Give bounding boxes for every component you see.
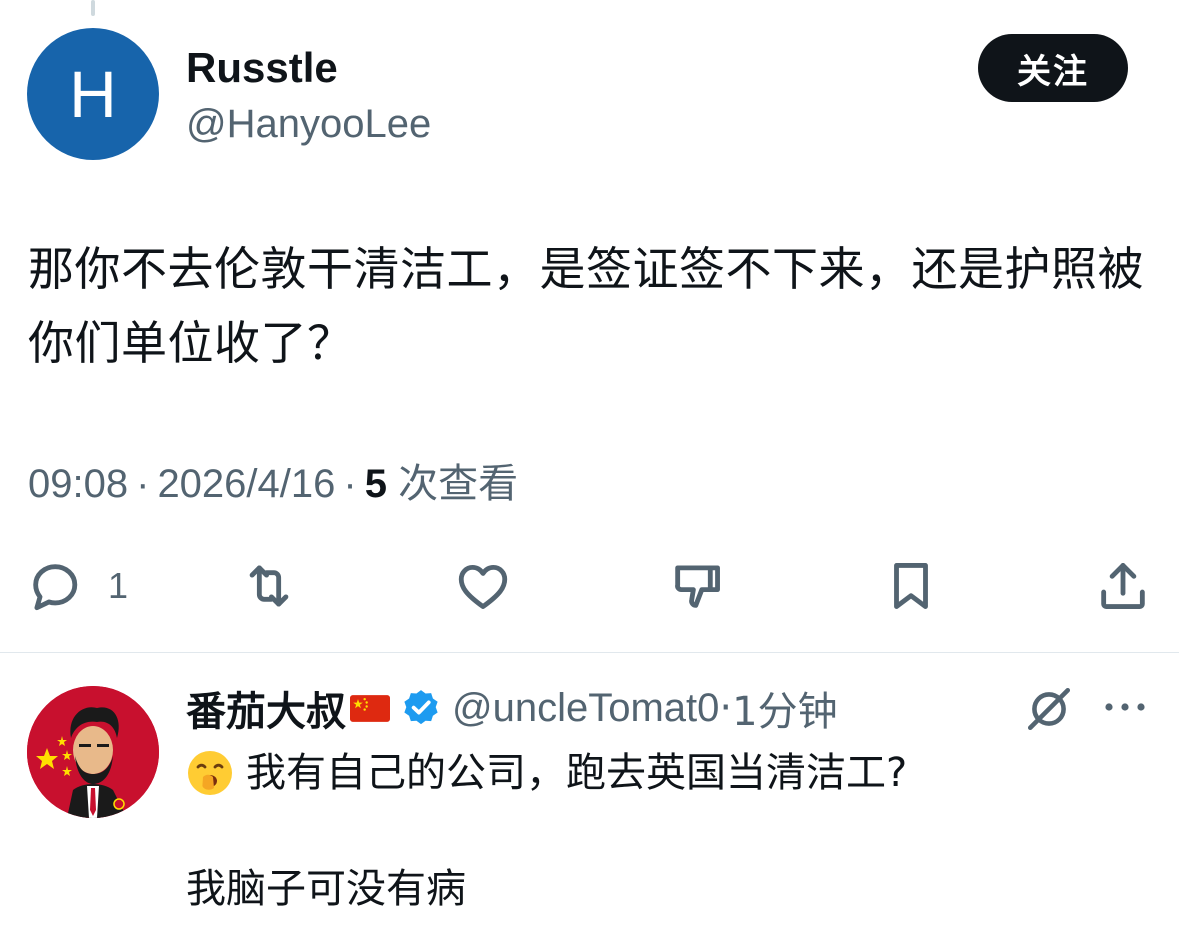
- retweet-icon: [249, 565, 289, 607]
- divider: [0, 652, 1179, 653]
- thread-connector-line: [91, 0, 95, 16]
- meta-separator: ·: [136, 462, 150, 506]
- reply-text-line-1: 我有自己的公司，跑去英国当清洁工?: [186, 744, 907, 802]
- share-button[interactable]: [1094, 556, 1152, 616]
- reply-separator: ·: [719, 685, 733, 731]
- reply-time[interactable]: 1分钟: [732, 679, 837, 737]
- more-icon[interactable]: [1102, 692, 1148, 722]
- verified-badge-icon[interactable]: [400, 687, 442, 729]
- dislike-icon: [675, 565, 720, 608]
- share-icon: [1101, 563, 1145, 609]
- tweet-action-bar: 1: [0, 556, 1179, 616]
- bookmark-icon: [894, 563, 928, 609]
- mute-icon[interactable]: [1024, 684, 1074, 734]
- bookmark-button[interactable]: [882, 556, 940, 616]
- reply-button[interactable]: 1: [26, 556, 128, 616]
- tweet-text: 那你不去伦敦干清洁工，是签证签不下来，还是护照被你们单位收了？: [28, 242, 1144, 370]
- china-flag-icon: [350, 694, 390, 722]
- reply-avatar-image: [27, 686, 159, 818]
- author-handle[interactable]: @HanyooLee: [186, 96, 431, 152]
- tweet-meta: 09:08 · 2026/4/16 · 5 次查看: [28, 456, 518, 512]
- reply-avatar[interactable]: [27, 686, 159, 818]
- retweet-button[interactable]: [240, 556, 298, 616]
- yawning-face-emoji-icon: [188, 751, 232, 795]
- avatar-letter: H: [69, 57, 117, 131]
- reply-count: 1: [108, 565, 129, 606]
- tweet-date[interactable]: 2026/4/16: [157, 462, 335, 506]
- reply-header: 番茄大叔 @uncleTomat0 · 1分钟: [186, 680, 838, 736]
- reply-handle[interactable]: @uncleTomat0: [452, 686, 719, 731]
- reply-display-name[interactable]: 番茄大叔: [186, 679, 346, 737]
- views-count[interactable]: 5: [365, 462, 387, 506]
- reply-icon: [33, 564, 78, 611]
- author-display-name[interactable]: Russtle: [186, 40, 338, 96]
- meta-separator: ·: [343, 462, 357, 506]
- dislike-button[interactable]: [668, 556, 726, 616]
- reply-text-line-2: 我脑子可没有病: [186, 866, 466, 912]
- tweet-time[interactable]: 09:08: [28, 462, 128, 506]
- avatar[interactable]: H: [27, 28, 159, 160]
- reply-text: 我有自己的公司，跑去英国当清洁工?: [246, 750, 908, 796]
- follow-button[interactable]: 关注: [978, 34, 1128, 102]
- views-label[interactable]: 次查看: [398, 462, 518, 506]
- like-icon: [458, 564, 508, 609]
- like-button[interactable]: [454, 556, 512, 616]
